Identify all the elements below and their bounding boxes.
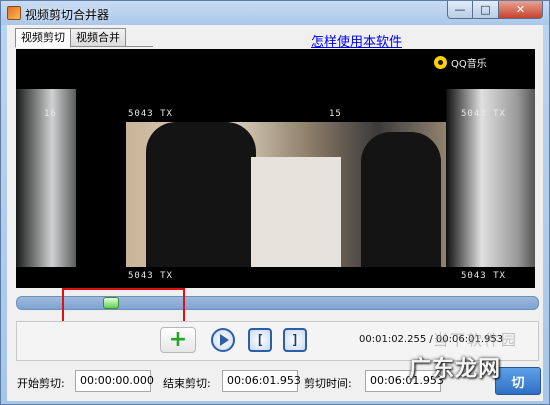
set-start-button[interactable]: [ <box>248 328 272 352</box>
seek-slider[interactable] <box>16 296 539 310</box>
video-figure <box>146 122 256 267</box>
play-button[interactable] <box>211 328 235 352</box>
video-overlay-text: 5043 TX <box>461 271 506 281</box>
title-bar[interactable]: 视频剪切合并器 — □ ✕ <box>1 1 549 25</box>
video-preview[interactable]: 16 5043 TX 15 5043 TX 5043 TX 5043 TX QQ… <box>16 49 535 288</box>
app-window: 视频剪切合并器 — □ ✕ 视频剪切 视频合并 怎样使用本软件 16 5043 … <box>0 0 550 405</box>
video-figure <box>361 132 441 267</box>
end-cut-field[interactable]: 00:06:01.953 <box>222 370 301 392</box>
qq-music-logo: QQ音乐 <box>434 55 487 70</box>
close-button[interactable]: ✕ <box>499 1 543 19</box>
video-overlay-text: 15 <box>329 109 342 119</box>
play-icon <box>220 334 229 346</box>
video-overlay-text: 5043 TX <box>128 271 173 281</box>
cut-duration-field[interactable]: 00:06:01.953 <box>365 370 444 392</box>
playback-controls: + [ ] 00:01:02.255 / 00:06:01.953 <box>16 321 539 361</box>
add-segment-button[interactable]: + <box>160 327 196 353</box>
video-overlay-text: 16 <box>44 109 57 119</box>
cut-button[interactable]: 切 <box>495 367 541 395</box>
set-end-button[interactable]: ] <box>283 328 307 352</box>
tab-bar: 视频剪切 视频合并 <box>15 28 126 48</box>
time-readout: 00:01:02.255 / 00:06:01.953 <box>359 334 504 345</box>
video-frame-center <box>126 122 461 267</box>
cut-settings-row: 开始剪切: 00:00:00.000 结束剪切: 00:06:01.953 剪切… <box>7 365 543 395</box>
seek-slider-thumb[interactable] <box>103 297 119 309</box>
tab-video-cut[interactable]: 视频剪切 <box>15 28 71 48</box>
help-link[interactable]: 怎样使用本软件 <box>311 31 402 50</box>
app-icon <box>7 6 21 20</box>
client-area: 视频剪切 视频合并 怎样使用本软件 16 5043 TX 15 5043 TX … <box>7 25 543 401</box>
cut-duration-label: 剪切时间: <box>304 377 352 390</box>
qq-music-label: QQ音乐 <box>451 59 487 70</box>
end-cut-label: 结束剪切: <box>163 377 211 390</box>
video-overlay-text: 5043 TX <box>128 109 173 119</box>
qq-music-icon <box>434 56 447 69</box>
window-controls: — □ ✕ <box>447 1 543 19</box>
window-title: 视频剪切合并器 <box>25 8 110 22</box>
start-cut-label: 开始剪切: <box>17 377 65 390</box>
video-overlay-text: 5043 TX <box>461 109 506 119</box>
video-figure <box>251 157 341 267</box>
minimize-button[interactable]: — <box>447 1 473 19</box>
start-cut-field[interactable]: 00:00:00.000 <box>75 370 154 392</box>
maximize-button[interactable]: □ <box>473 1 499 19</box>
tab-video-merge[interactable]: 视频合并 <box>70 28 126 47</box>
